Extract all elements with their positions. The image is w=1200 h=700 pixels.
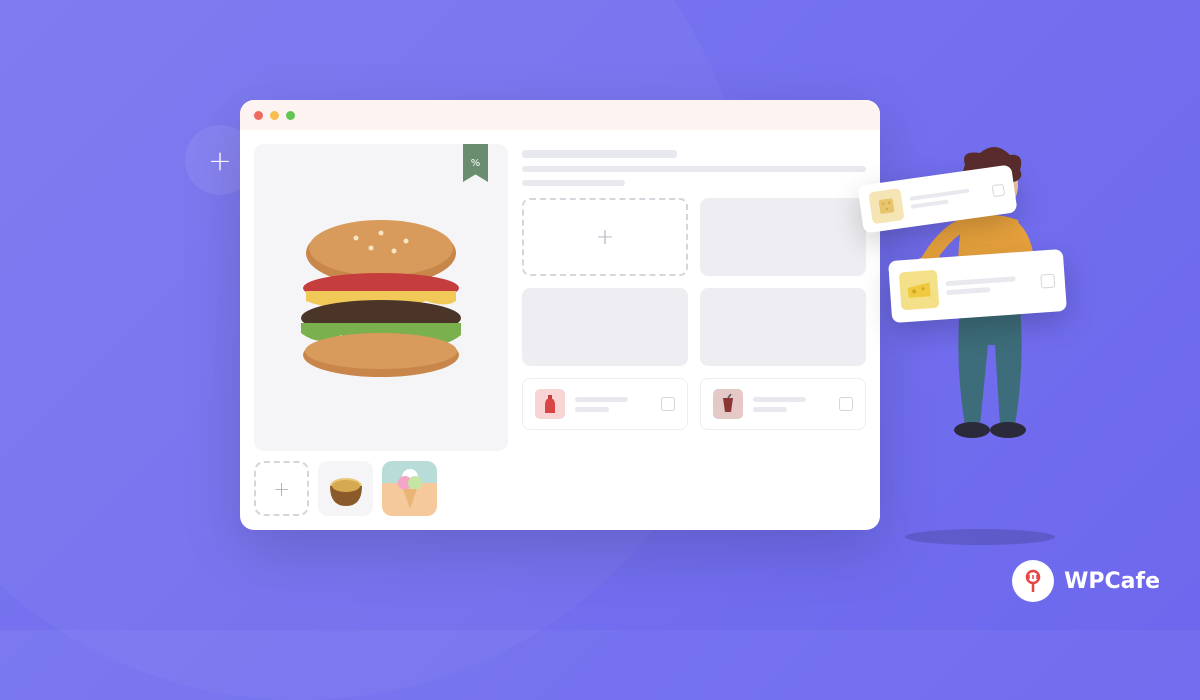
product-details-column: +: [522, 144, 866, 516]
skeleton-line: [522, 150, 677, 158]
percent-icon: %: [471, 158, 481, 169]
checkbox[interactable]: [839, 397, 853, 411]
checkbox[interactable]: [661, 397, 675, 411]
add-thumbnail-button[interactable]: +: [254, 461, 309, 516]
checkbox[interactable]: [992, 184, 1006, 198]
crackers-icon: [868, 188, 904, 224]
list-item[interactable]: [522, 378, 688, 430]
wpcafe-icon: [1020, 568, 1046, 594]
thumbnail-row: +: [254, 461, 508, 516]
product-image-column: % +: [254, 144, 508, 516]
close-icon[interactable]: [254, 111, 263, 120]
maximize-icon[interactable]: [286, 111, 295, 120]
plus-icon: +: [208, 144, 231, 177]
add-option-slot[interactable]: +: [522, 198, 688, 276]
plus-icon: +: [273, 477, 290, 501]
checkbox[interactable]: [1040, 274, 1055, 289]
window-content: % +: [240, 130, 880, 530]
drink-icon: [713, 389, 743, 419]
card-text: [909, 186, 985, 208]
skeleton-line: [575, 407, 609, 412]
item-text: [753, 397, 829, 412]
minimize-icon[interactable]: [270, 111, 279, 120]
skeleton-line: [946, 276, 1016, 286]
ice-cream-icon: [391, 465, 429, 513]
option-slot[interactable]: [700, 198, 866, 276]
hero-image[interactable]: %: [254, 144, 508, 451]
addon-list: [522, 378, 866, 430]
chips-bowl-icon: [325, 468, 367, 510]
floating-card-cheese[interactable]: [888, 249, 1067, 323]
cheese-icon: [899, 270, 940, 311]
thumbnail-chips[interactable]: [318, 461, 373, 516]
skeleton-line: [575, 397, 628, 402]
app-window: % +: [240, 100, 880, 530]
item-text: [575, 397, 651, 412]
skeleton-line: [946, 287, 990, 295]
plus-icon: +: [596, 225, 614, 250]
title-skeleton: [522, 144, 866, 186]
skeleton-line: [753, 407, 787, 412]
skeleton-line: [522, 180, 625, 186]
skeleton-line: [909, 189, 969, 201]
burger-icon: [286, 213, 476, 383]
thumbnail-icecream[interactable]: [382, 461, 437, 516]
skeleton-line: [522, 166, 866, 172]
logo-mark: [1012, 560, 1054, 602]
list-item[interactable]: [700, 378, 866, 430]
skeleton-line: [911, 200, 949, 209]
option-slot[interactable]: [700, 288, 866, 366]
discount-tag: %: [463, 144, 488, 182]
bottle-icon: [535, 389, 565, 419]
brand-name: WPCafe: [1064, 569, 1160, 594]
option-grid: +: [522, 198, 866, 366]
window-titlebar: [240, 100, 880, 130]
brand-logo: WPCafe: [1012, 560, 1160, 602]
card-text: [946, 275, 1034, 295]
option-slot[interactable]: [522, 288, 688, 366]
skeleton-line: [753, 397, 806, 402]
